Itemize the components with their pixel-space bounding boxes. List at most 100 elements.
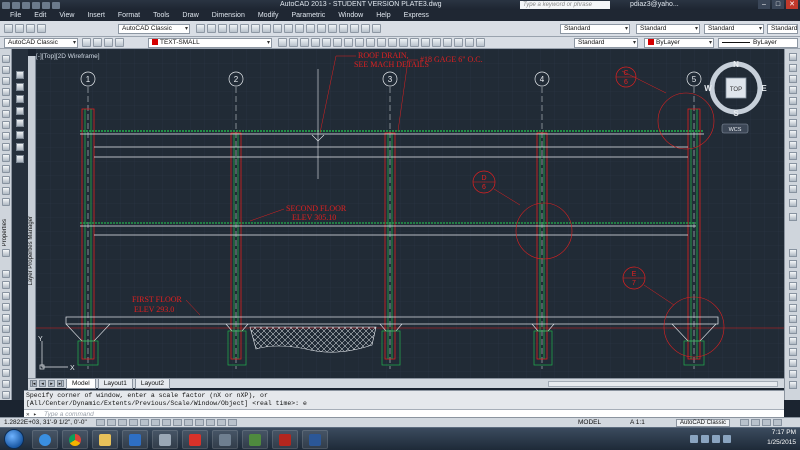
undo-icon[interactable] [42,1,50,9]
center-mark-icon[interactable] [789,260,797,268]
snap-center-icon[interactable] [789,370,797,378]
menu-express[interactable]: Express [398,10,436,21]
sun-icon[interactable] [104,38,113,47]
menu-draw[interactable]: Draw [176,10,205,21]
menu-tools[interactable]: Tools [147,10,176,21]
roof-drain-detail-note[interactable]: SEE MACH DETAILS [354,60,429,69]
roof-drain-note[interactable]: ROOF DRAIN, [358,51,409,60]
rectangle-tool-icon[interactable] [2,99,10,107]
jogged-icon[interactable] [789,108,797,116]
tab-model[interactable]: Model [66,378,96,389]
dim-space-icon[interactable] [789,174,797,182]
ellipse-tool-icon[interactable] [2,154,10,162]
xline-tool-icon[interactable] [2,66,10,74]
hatch-tool-icon[interactable] [2,198,10,206]
color-select[interactable]: ByLayer ▾ [644,38,714,48]
array-tool-icon[interactable] [2,314,10,322]
array-object-icon[interactable] [16,119,24,127]
minimize-button[interactable]: – [758,0,770,9]
block-tool-icon[interactable] [2,176,10,184]
compass-south[interactable]: S [733,109,739,118]
horizontal-scrollbar[interactable] [548,381,778,387]
redo-icon[interactable] [52,1,60,9]
workspace-select-2[interactable]: AutoCAD Classic ▾ [4,38,78,48]
match-properties-icon[interactable] [229,24,238,33]
compass-east[interactable]: E [761,84,767,93]
start-button[interactable] [4,429,24,449]
plot-style-select[interactable]: Standard ▾ [574,38,638,48]
layer-manager-label[interactable]: Layer Properties Manager [28,216,34,285]
3d-object-snap-icon[interactable] [151,419,160,426]
erase-tool-icon[interactable] [16,71,24,79]
dim-text-edit-icon[interactable] [789,304,797,312]
last-tab-icon[interactable]: ▸| [57,380,64,387]
make-block-icon[interactable] [399,38,408,47]
copy-tool-icon[interactable] [2,281,10,289]
polar-tracking-icon[interactable] [129,419,138,426]
selection-cycling-icon[interactable] [228,419,237,426]
dim-update-icon[interactable] [789,315,797,323]
taskbar-calculator[interactable] [152,430,178,449]
mirror-tool-icon[interactable] [2,292,10,300]
grid-display-icon[interactable] [107,419,116,426]
menu-modify[interactable]: Modify [252,10,286,21]
polyline-tool-icon[interactable] [2,77,10,85]
angular-icon[interactable] [789,130,797,138]
paste-icon[interactable] [218,24,227,33]
snap-endpoint-icon[interactable] [789,337,797,345]
drawing-canvas[interactable]: 1 2 3 4 5 ROOF DRAIN, SEE MACH DETAILS #… [36,49,784,378]
properties-icon[interactable] [306,24,315,33]
arc-icon[interactable] [333,38,342,47]
snap-none-icon[interactable] [789,381,797,389]
aligned-dim-icon[interactable] [789,64,797,72]
trim-tool-icon[interactable] [2,358,10,366]
markup-icon[interactable] [350,24,359,33]
dynamic-input-icon[interactable] [184,419,193,426]
arc-length-icon[interactable] [789,75,797,83]
show-hidden-icons-icon[interactable] [690,435,698,443]
revcloud-icon[interactable] [355,38,364,47]
clock[interactable]: 7:17 PM 1/25/2015 [767,428,796,448]
rotate-tool-icon[interactable] [2,325,10,333]
polygon-icon[interactable] [311,38,320,47]
offset-tool-icon[interactable] [2,303,10,311]
compass-west[interactable]: W [704,84,712,93]
hatch-icon[interactable] [421,38,430,47]
zoom-realtime-icon[interactable] [273,24,282,33]
stretch-tool-icon[interactable] [2,347,10,355]
scale-object-icon[interactable] [16,155,24,163]
fillet-tool-icon[interactable] [2,380,10,388]
app-menu-icon[interactable] [2,1,10,9]
polyline-icon[interactable] [300,38,309,47]
point-icon[interactable] [410,38,419,47]
open-icon[interactable] [22,1,30,9]
taskbar-ie[interactable] [32,430,58,449]
design-center-icon[interactable] [317,24,326,33]
menu-format[interactable]: Format [112,10,147,21]
offset-object-icon[interactable] [16,107,24,115]
menu-help[interactable]: Help [370,10,397,21]
lightbulb-icon[interactable] [93,38,102,47]
revcloud-tool-icon[interactable] [2,132,10,140]
circle-tool-icon[interactable] [2,121,10,129]
taskbar-app-7[interactable] [212,430,238,449]
insert-block-icon[interactable] [388,38,397,47]
linear-dim-icon[interactable] [789,53,797,61]
object-snap-icon[interactable] [140,419,149,426]
new-icon[interactable] [4,24,13,33]
search-input[interactable]: Type a keyword or phrase [520,1,610,9]
lineweight-icon[interactable] [195,419,204,426]
taskbar-acrobat[interactable] [182,430,208,449]
spline-tool-icon[interactable] [2,143,10,151]
construction-line-icon[interactable] [289,38,298,47]
polygon-tool-icon[interactable] [2,88,10,96]
viewcube[interactable]: TOP N S W E WCS [704,60,768,140]
snap-mode-icon[interactable] [96,419,105,426]
quick-dim-icon[interactable] [789,141,797,149]
save-icon[interactable] [32,1,40,9]
menu-view[interactable]: View [53,10,81,21]
spline-icon[interactable] [366,38,375,47]
move-object-icon[interactable] [16,131,24,139]
snap-midpoint-icon[interactable] [789,348,797,356]
taskbar-word[interactable] [302,430,328,449]
